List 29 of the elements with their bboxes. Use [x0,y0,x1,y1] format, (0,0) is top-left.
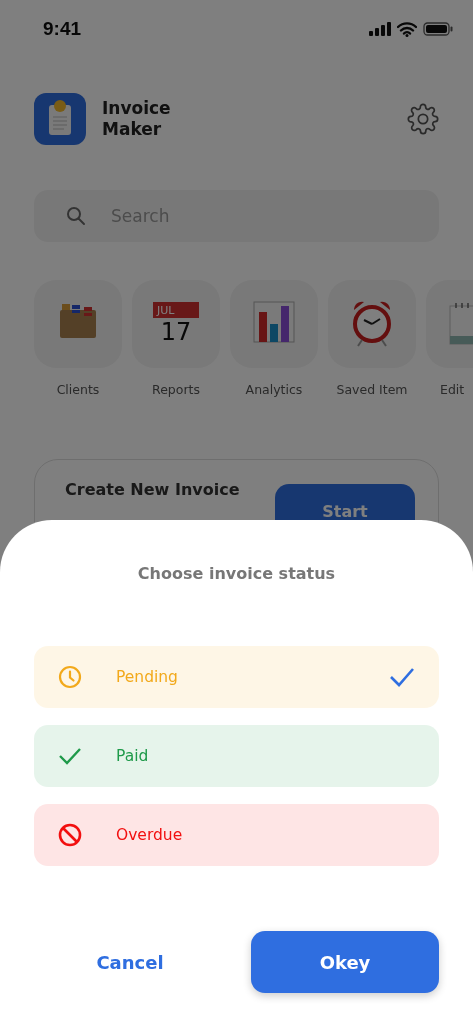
wifi-icon [397,21,417,37]
shortcut-tile[interactable] [230,280,318,368]
status-time: 9:41 [43,18,82,40]
selected-check-icon [389,666,415,688]
battery-icon [423,22,453,36]
calendar-day: 17 [160,318,192,346]
shortcut-label: Saved Item [336,382,408,397]
shortcut-label: Reports [152,382,200,397]
sheet-title: Choose invoice status [136,564,337,583]
calendar-month: JUL [153,302,199,318]
card-title: Create New Invoice [65,479,240,499]
status-label: Overdue [116,826,183,844]
status-option[interactable]: Overdue [34,804,439,866]
shortcut-tile[interactable] [34,280,122,368]
shortcut-label: Clients [56,382,100,397]
settings-icon[interactable] [407,103,439,135]
status-option[interactable]: Paid [34,725,439,787]
shortcut-label: Edit [440,382,465,397]
signal-icon [369,22,391,36]
app-logo-icon [34,93,86,145]
cancel-button[interactable]: Cancel [34,931,226,993]
status-option[interactable]: Pending [34,646,439,708]
app-name: Invoice Maker [102,98,172,140]
okey-button[interactable]: Okey [251,931,439,993]
shortcut-tile[interactable]: JUL 17 [132,280,220,368]
status-label: Pending [116,668,178,686]
status-label: Paid [116,747,149,765]
shortcut-tile[interactable] [328,280,416,368]
shortcut-label: Analytics [245,382,303,397]
